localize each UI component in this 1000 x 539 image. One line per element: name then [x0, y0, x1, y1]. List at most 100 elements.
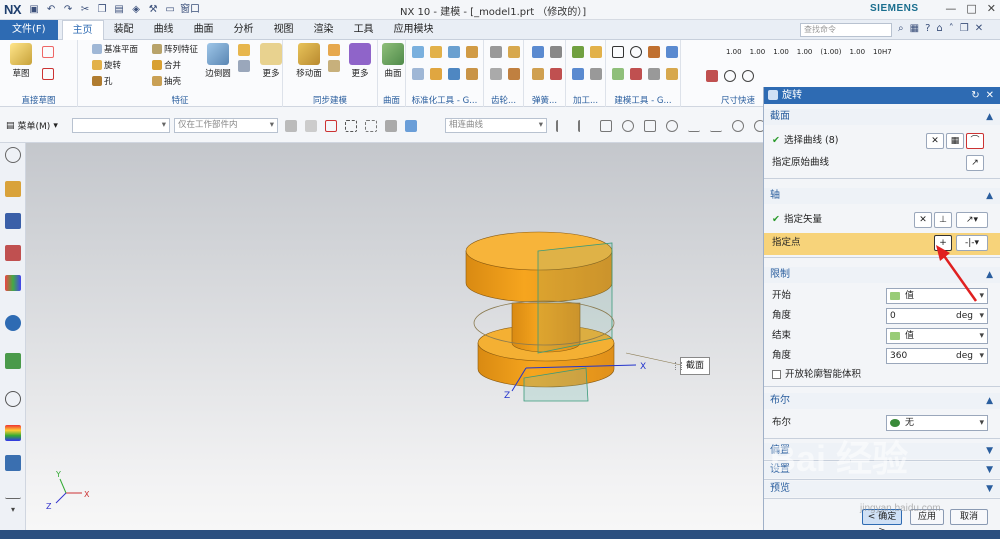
tool-icon[interactable] — [430, 46, 442, 58]
origin-curve-row[interactable]: 指定原始曲线 ↗ — [764, 153, 1000, 173]
boolean-select[interactable]: 无 — [886, 415, 988, 431]
hole-button[interactable]: 孔 — [92, 75, 113, 87]
diameter-icon[interactable] — [724, 70, 736, 82]
arc-icon[interactable] — [42, 46, 54, 58]
triangle-icon[interactable] — [612, 46, 624, 58]
unite-button[interactable]: 合并 — [152, 59, 181, 71]
copy-icon[interactable]: ❐ — [95, 3, 109, 17]
tab-render[interactable]: 渲染 — [304, 20, 344, 40]
select-box-icon[interactable] — [325, 120, 337, 132]
machining-icon[interactable] — [590, 46, 602, 58]
spring-icon[interactable] — [550, 46, 562, 58]
section-callout[interactable]: 截面 — [674, 357, 711, 375]
cut-icon[interactable]: ✂ — [78, 3, 92, 17]
history-icon[interactable] — [5, 353, 21, 369]
tool-icon[interactable] — [448, 46, 460, 58]
tool-icon[interactable] — [648, 68, 660, 80]
dimension-label[interactable]: 1.00 — [797, 48, 813, 56]
tab-tools[interactable]: 工具 — [344, 20, 384, 40]
close-icon[interactable]: ✕ — [986, 87, 994, 104]
machining-icon[interactable] — [572, 68, 584, 80]
redo-icon[interactable]: ↷ — [61, 3, 75, 17]
spring-icon[interactable] — [550, 68, 562, 80]
spring-icon[interactable] — [532, 68, 544, 80]
snap-icon[interactable] — [385, 120, 397, 132]
snap-point-icon[interactable] — [556, 120, 568, 132]
save-icon[interactable]: ▣ — [27, 3, 41, 17]
tab-home[interactable]: 主页 — [61, 19, 104, 40]
box-icon[interactable] — [238, 44, 250, 56]
palette-icon[interactable] — [5, 425, 21, 441]
menu-button[interactable]: ▤ 菜单(M) ▾ — [6, 119, 58, 133]
web-browser-icon[interactable] — [5, 315, 21, 331]
more-feature-button[interactable]: 更多 — [256, 43, 286, 79]
type-filter-select[interactable] — [72, 118, 170, 133]
surface-button[interactable]: 曲面 — [378, 43, 408, 79]
tool-icon[interactable] — [666, 46, 678, 58]
gear-icon[interactable] — [508, 46, 520, 58]
tool-icon[interactable] — [412, 68, 424, 80]
tolerance-icon[interactable] — [706, 70, 718, 82]
filter-icon[interactable] — [305, 120, 317, 132]
graphics-window[interactable]: X Z X Y Z — [26, 143, 763, 539]
tab-view[interactable]: 视图 — [264, 20, 304, 40]
preview-header[interactable]: 预览 ▼ — [764, 481, 1000, 497]
shell-button[interactable]: 抽壳 — [152, 75, 181, 87]
start-angle-input[interactable]: 0 deg — [886, 308, 988, 324]
command-search-input[interactable]: 查找命令 — [800, 23, 892, 37]
end-angle-input[interactable]: 360 deg — [886, 348, 988, 364]
cancel-button[interactable]: 取消 — [950, 509, 988, 525]
dimension-label[interactable]: (1.00) — [820, 48, 841, 56]
snap-point-icon[interactable] — [578, 120, 590, 132]
undo-icon[interactable]: ↶ — [44, 3, 58, 17]
constraint-navigator-icon[interactable] — [5, 245, 21, 261]
snap-point-icon[interactable] — [688, 120, 700, 132]
chevron-down-icon[interactable]: ▾ — [5, 505, 21, 521]
curve-icon[interactable] — [5, 483, 21, 499]
body-icon[interactable] — [405, 120, 417, 132]
tab-analysis[interactable]: 分析 — [224, 20, 264, 40]
revolve-button[interactable]: 旋转 — [92, 59, 121, 71]
dimension-label[interactable]: 1.00 — [849, 48, 865, 56]
specify-vector-row[interactable]: ✔ 指定矢量 ✕ ⊥ ↗▾ — [764, 210, 1000, 230]
end-type-select[interactable]: 值 — [886, 328, 988, 344]
edge-blend-button[interactable]: 边倒圆 — [203, 43, 233, 79]
search-icon[interactable]: ⌕ — [898, 23, 904, 34]
shield-icon[interactable]: ◈ — [129, 3, 143, 17]
machining-icon[interactable] — [572, 46, 584, 58]
sketch-button[interactable]: 草图 — [6, 43, 36, 79]
spring-icon[interactable] — [532, 46, 544, 58]
home-icon[interactable]: ⌂ — [936, 23, 942, 34]
replace-face-icon[interactable] — [328, 60, 340, 72]
layout-icon[interactable]: ▦ — [910, 23, 919, 34]
lasso-icon[interactable] — [345, 120, 357, 132]
snap-point-icon[interactable] — [644, 120, 656, 132]
chevron-up-icon[interactable]: ˄ — [949, 23, 954, 34]
snap-point-icon[interactable] — [600, 120, 612, 132]
rectangle-icon[interactable] — [42, 68, 54, 80]
paste-icon[interactable]: ▤ — [112, 3, 126, 17]
selection-scope-select[interactable]: 仅在工作部件内 — [174, 118, 278, 133]
help-icon[interactable]: ? — [925, 23, 930, 34]
reuse-library-icon[interactable] — [5, 275, 21, 291]
tab-assembly[interactable]: 装配 — [104, 20, 144, 40]
tool-icon[interactable] — [612, 68, 624, 80]
tool-icon[interactable] — [630, 68, 642, 80]
vector-icon[interactable]: ⊥ — [934, 212, 952, 228]
tab-curve[interactable]: 曲线 — [144, 20, 184, 40]
dimension-label[interactable]: 1.00 — [750, 48, 766, 56]
origin-curve-icon[interactable]: ↗ — [966, 155, 984, 171]
dimension-label[interactable]: 1.00 — [773, 48, 789, 56]
more-sync-button[interactable]: 更多 — [345, 43, 375, 79]
close-icon[interactable]: ✕ — [987, 2, 996, 15]
dimension-label[interactable]: 1.00 — [726, 48, 742, 56]
curve-select-icon[interactable]: ⌒ — [966, 133, 984, 149]
select-curve-row[interactable]: ✔ 选择曲线 (8) ✕ ▦ ⌒ — [764, 131, 1000, 151]
tool-icon[interactable] — [466, 46, 478, 58]
assembly-navigator-icon[interactable] — [5, 213, 21, 229]
sketch-section-icon[interactable]: ▦ — [946, 133, 964, 149]
gear-icon[interactable] — [490, 46, 502, 58]
tools-icon[interactable]: ⚒ — [146, 3, 160, 17]
part-navigator-icon[interactable] — [5, 181, 21, 197]
dimension-label[interactable]: 10H7 — [873, 48, 892, 56]
